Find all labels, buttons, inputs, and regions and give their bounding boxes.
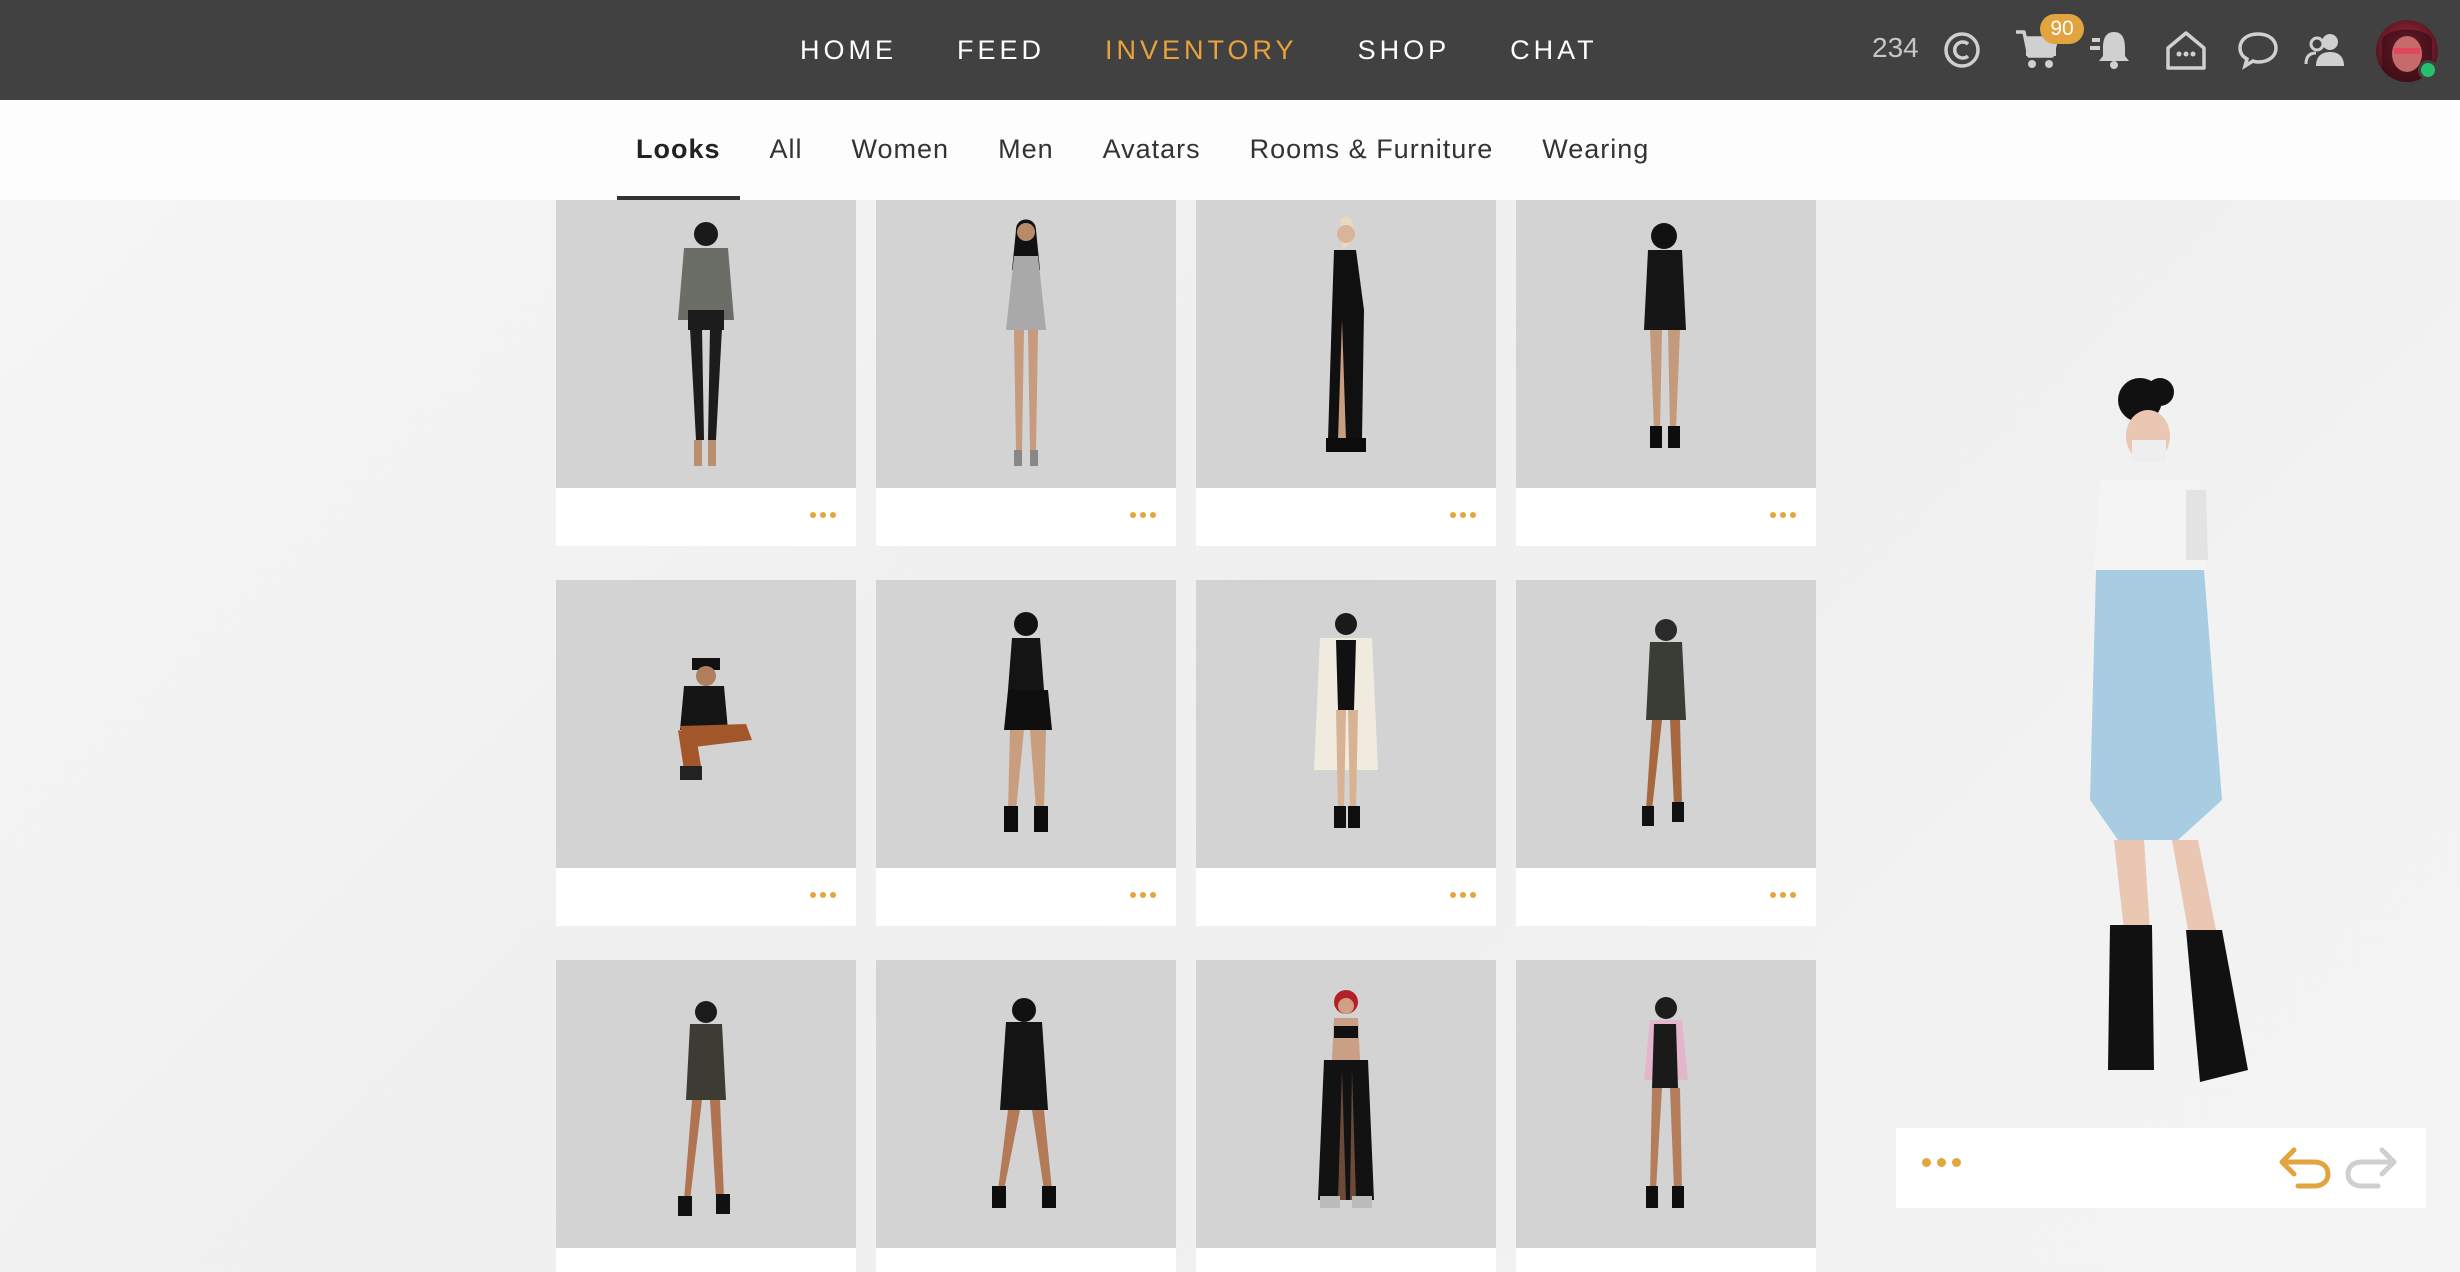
look-card-footer — [876, 488, 1176, 546]
look-thumbnail[interactable] — [556, 200, 856, 488]
credits-icon[interactable] — [1942, 30, 1982, 70]
look-card[interactable] — [1516, 960, 1816, 1272]
tab-wearing[interactable]: Wearing — [1523, 100, 1668, 200]
look-card-footer — [876, 868, 1176, 926]
more-options-icon[interactable] — [1768, 1262, 1798, 1272]
look-card-footer — [1196, 488, 1496, 546]
look-card-footer — [1196, 868, 1496, 926]
more-options-icon[interactable] — [1448, 502, 1478, 528]
look-card-footer — [1516, 868, 1816, 926]
tab-avatars[interactable]: Avatars — [1084, 100, 1220, 200]
look-thumbnail[interactable] — [1196, 960, 1496, 1248]
look-card-footer — [556, 1248, 856, 1272]
nav-chat[interactable]: CHAT — [1510, 35, 1598, 66]
look-card-footer — [1516, 1248, 1816, 1272]
look-thumbnail[interactable] — [1516, 580, 1816, 868]
look-card[interactable] — [1196, 960, 1496, 1272]
look-card-footer — [876, 1248, 1176, 1272]
look-card[interactable] — [876, 200, 1176, 546]
notifications-icon[interactable] — [2090, 28, 2138, 72]
inventory-tabs: Looks All Women Men Avatars Rooms & Furn… — [617, 100, 1679, 200]
more-options-icon[interactable] — [1448, 1262, 1478, 1272]
nav-feed[interactable]: FEED — [957, 35, 1045, 66]
look-card[interactable] — [876, 960, 1176, 1272]
nav-shop[interactable]: SHOP — [1358, 35, 1451, 66]
redo-icon[interactable] — [2344, 1144, 2400, 1195]
look-card[interactable] — [556, 960, 856, 1272]
look-card-footer — [1516, 488, 1816, 546]
main-nav: HOME FEED INVENTORY SHOP CHAT — [800, 0, 1658, 100]
look-thumbnail[interactable] — [876, 960, 1176, 1248]
more-options-icon[interactable] — [1448, 882, 1478, 908]
cart-badge: 90 — [2040, 14, 2084, 44]
look-thumbnail[interactable] — [876, 200, 1176, 488]
look-card-footer — [556, 868, 856, 926]
look-card[interactable] — [1196, 200, 1496, 546]
undo-icon[interactable] — [2276, 1144, 2332, 1195]
look-thumbnail[interactable] — [556, 580, 856, 868]
look-thumbnail[interactable] — [1196, 580, 1496, 868]
top-bar: HOME FEED INVENTORY SHOP CHAT 234 90 — [0, 0, 2460, 100]
chat-bubble-icon[interactable] — [2236, 30, 2280, 70]
tab-rooms-furniture[interactable]: Rooms & Furniture — [1231, 100, 1513, 200]
preview-toolbar — [1896, 1128, 2426, 1208]
more-options-icon[interactable] — [808, 1262, 838, 1272]
tab-women[interactable]: Women — [833, 100, 969, 200]
more-options-icon[interactable] — [1128, 502, 1158, 528]
more-options-icon[interactable] — [1922, 1158, 1961, 1167]
look-thumbnail[interactable] — [1516, 200, 1816, 488]
more-options-icon[interactable] — [1128, 1262, 1158, 1272]
look-thumbnail[interactable] — [556, 960, 856, 1248]
tab-men[interactable]: Men — [979, 100, 1073, 200]
home-icon[interactable] — [2164, 28, 2208, 72]
friends-icon[interactable] — [2304, 30, 2348, 70]
look-card-footer — [1196, 1248, 1496, 1272]
tab-looks[interactable]: Looks — [617, 100, 740, 200]
look-card-footer — [556, 488, 856, 546]
tab-all[interactable]: All — [751, 100, 822, 200]
look-card[interactable] — [1196, 580, 1496, 926]
online-status-icon — [2418, 60, 2438, 80]
avatar-preview[interactable] — [2000, 370, 2330, 1130]
more-options-icon[interactable] — [808, 502, 838, 528]
credits-balance[interactable]: 234 — [1872, 32, 1919, 64]
nav-home[interactable]: HOME — [800, 35, 897, 66]
more-options-icon[interactable] — [1128, 882, 1158, 908]
inventory-tabs-bar: Looks All Women Men Avatars Rooms & Furn… — [0, 100, 2460, 200]
more-options-icon[interactable] — [808, 882, 838, 908]
look-thumbnail[interactable] — [1516, 960, 1816, 1248]
look-card[interactable] — [1516, 580, 1816, 926]
look-card[interactable] — [876, 580, 1176, 926]
look-thumbnail[interactable] — [876, 580, 1176, 868]
nav-inventory[interactable]: INVENTORY — [1105, 35, 1298, 66]
look-card[interactable] — [556, 580, 856, 926]
look-card[interactable] — [1516, 200, 1816, 546]
more-options-icon[interactable] — [1768, 882, 1798, 908]
look-card[interactable] — [556, 200, 856, 546]
more-options-icon[interactable] — [1768, 502, 1798, 528]
look-thumbnail[interactable] — [1196, 200, 1496, 488]
